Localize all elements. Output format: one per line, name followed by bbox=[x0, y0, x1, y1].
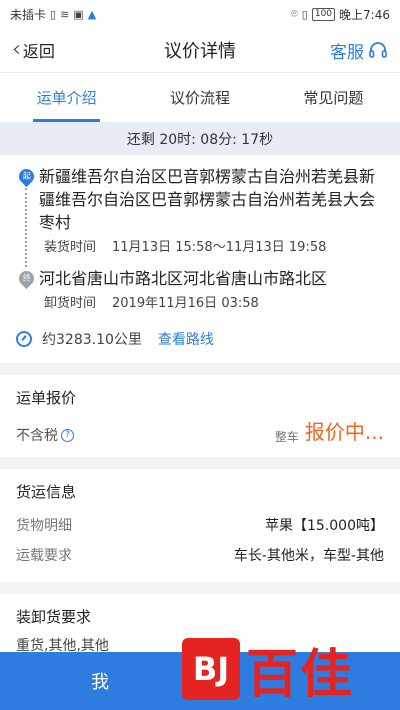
cargo-section: 货运信息 货物明细 苹果【15.000吨】 运载要求 车长-其他米，车型-其他 bbox=[0, 469, 400, 582]
start-stop: 起 新疆维吾尔自治区巴音郭楞蒙古自治州若羌县新疆维吾尔自治区巴音郭楞蒙古自治州若… bbox=[15, 165, 386, 267]
tab-negotiation-process[interactable]: 议价流程 bbox=[133, 73, 266, 122]
help-icon[interactable]: ? bbox=[61, 428, 74, 442]
tab-waybill-intro[interactable]: 运单介绍 bbox=[0, 73, 133, 122]
location-icon: ⌾ bbox=[291, 7, 298, 20]
cargo-detail-row: 货物明细 苹果【15.000吨】 bbox=[16, 510, 384, 540]
watermark-text: 百佳 bbox=[246, 644, 355, 705]
quote-section: 运单报价 不含税 ? 整车 报价中... bbox=[0, 375, 400, 457]
cargo-detail-value: 苹果【15.000吨】 bbox=[265, 518, 384, 534]
vehicle-type-label: 整车 bbox=[274, 430, 299, 444]
countdown-timer: 还剩 20时: 08分: 17秒 bbox=[0, 122, 400, 155]
start-pin-icon: 起 bbox=[15, 165, 37, 188]
cargo-requirement-key: 运载要求 bbox=[16, 548, 72, 564]
route-dotted-line bbox=[25, 188, 27, 267]
sim-icon: ▯ bbox=[50, 7, 57, 21]
start-address: 新疆维吾尔自治区巴音郭楞蒙古自治州若羌县新疆维吾尔自治区巴音郭楞蒙古自治州若羌县… bbox=[39, 167, 376, 232]
chevron-left-icon: ‹ bbox=[12, 37, 21, 62]
headset-icon bbox=[369, 42, 387, 58]
wifi-icon: ≋ bbox=[60, 7, 70, 21]
back-label: 返回 bbox=[22, 42, 55, 61]
back-button[interactable]: ‹ 返回 bbox=[12, 38, 55, 62]
service-label: 客服 bbox=[330, 42, 364, 63]
clock-text: 晚上7:46 bbox=[339, 7, 390, 22]
app-icon: ▲ bbox=[87, 7, 97, 21]
loading-title: 装卸货要求 bbox=[16, 608, 92, 626]
carrier-text: 未插卡 bbox=[10, 7, 47, 22]
quote-title: 运单报价 bbox=[16, 389, 77, 407]
unload-time-value: 2019年11月16日 03:58 bbox=[112, 296, 259, 311]
watermark-badge: BJ bbox=[182, 638, 240, 700]
battery-icon: 100 bbox=[311, 7, 336, 21]
bottom-action-label: 我 bbox=[91, 672, 109, 693]
quote-status: 报价中... bbox=[304, 420, 384, 444]
tab-bar: 运单介绍 议价流程 常见问题 bbox=[0, 72, 400, 122]
unload-time-label: 卸货时间 bbox=[44, 296, 97, 311]
nav-bar: ‹ 返回 议价详情 客服 bbox=[0, 28, 400, 72]
load-time-value: 11月13日 15:58～11月13日 19:58 bbox=[112, 240, 327, 255]
cargo-requirement-row: 运载要求 车长-其他米，车型-其他 bbox=[16, 540, 384, 570]
cargo-title: 货运信息 bbox=[16, 483, 77, 501]
end-stop: 终 河北省唐山市路北区河北省唐山市路北区 卸货时间 2019年11月16日 03… bbox=[15, 267, 386, 323]
notification-icon: ▣ bbox=[73, 7, 84, 21]
load-time-label: 装货时间 bbox=[44, 240, 97, 255]
distance-gauge-icon bbox=[16, 331, 32, 347]
distance-value: 约3283.10公里 bbox=[42, 332, 142, 348]
end-address: 河北省唐山市路北区河北省唐山市路北区 bbox=[39, 269, 328, 288]
watermark-logo: BJ 百佳 bbox=[182, 636, 378, 705]
distance-row: 约3283.10公里 查看路线 bbox=[16, 329, 386, 353]
cargo-requirement-value: 车长-其他米，车型-其他 bbox=[233, 548, 384, 564]
vibrate-icon: ▯ bbox=[301, 7, 308, 21]
tax-label: 不含税 bbox=[16, 428, 58, 444]
view-route-link[interactable]: 查看路线 bbox=[158, 329, 214, 349]
route-card: 起 新疆维吾尔自治区巴音郭楞蒙古自治州若羌县新疆维吾尔自治区巴音郭楞蒙古自治州若… bbox=[0, 155, 400, 363]
tab-faq[interactable]: 常见问题 bbox=[267, 73, 400, 122]
status-bar: 未插卡 ▯ ≋ ▣ ▲ ⌾ ▯ 100 晚上7:46 bbox=[0, 0, 400, 28]
end-pin-icon: 终 bbox=[15, 267, 37, 290]
cargo-detail-key: 货物明细 bbox=[16, 518, 72, 534]
customer-service-button[interactable]: 客服 bbox=[330, 38, 388, 63]
